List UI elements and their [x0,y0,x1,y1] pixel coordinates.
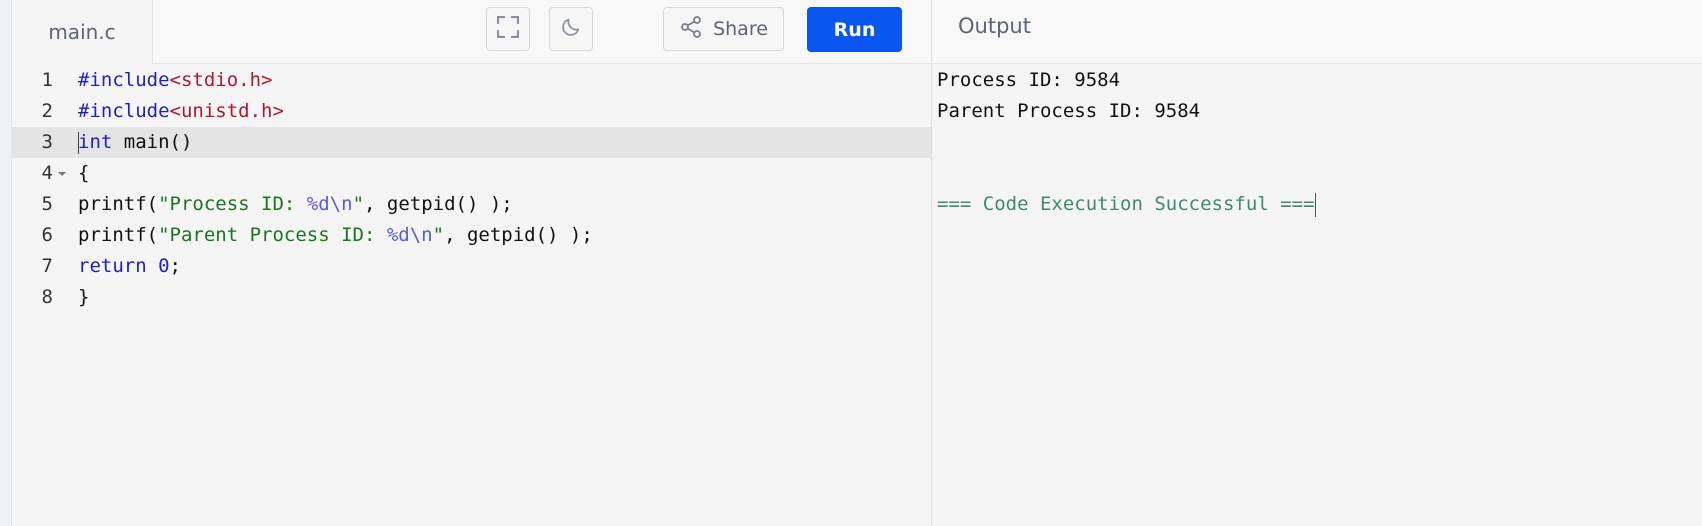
code-token: <unistd.h> [169,100,284,122]
file-tab-main-c[interactable]: main.c [12,0,153,64]
line-number: 4 [41,162,53,184]
code-token: %d\n [306,193,353,215]
share-label: Share [713,18,768,40]
code-token: <stdio.h> [169,69,273,91]
left-strip [0,0,12,526]
code-token: return [78,255,147,277]
code-line[interactable]: 3 int main() [12,127,931,158]
code-text: { [78,158,89,189]
code-line[interactable]: 7 return 0; [12,251,931,282]
output-text: === Code Execution Successful === [937,193,1315,215]
code-token: ; [169,255,181,277]
code-token: #include [78,100,170,122]
code-text: #include<stdio.h> [78,65,272,96]
line-number: 1 [41,69,53,91]
fullscreen-button[interactable] [486,7,530,51]
theme-toggle-button[interactable] [549,7,593,51]
code-token: , getpid() ); [364,193,513,215]
code-line[interactable]: 5 printf("Process ID: %d\n", getpid() ); [12,189,931,220]
line-number: 2 [41,100,53,122]
line-number: 7 [41,255,53,277]
line-number: 5 [41,193,53,215]
output-text: Parent Process ID: 9584 [937,100,1201,122]
output-panel: Process ID: 9584 Parent Process ID: 9584 =… [932,64,1702,526]
code-token: { [78,162,90,184]
code-text: printf("Process ID: %d\n", getpid() ); [78,189,513,220]
code-token: main() [112,131,193,153]
code-token: %d\n [386,224,433,246]
line-number: 8 [41,286,53,308]
code-token: #include [78,69,170,91]
code-line[interactable]: 1 #include<stdio.h> [12,65,931,96]
output-line: Parent Process ID: 9584 [937,96,1200,127]
share-icon [679,15,703,43]
file-tab-label: main.c [48,20,116,44]
code-line[interactable]: 6 printf("Parent Process ID: %d\n", getpi… [12,220,931,251]
share-button[interactable]: Share [663,7,784,51]
code-text: printf("Parent Process ID: %d\n", getpid… [78,220,593,251]
code-text: return 0; [78,251,181,282]
code-text: #include<unistd.h> [78,96,284,127]
code-token: printf( [78,193,159,215]
output-cursor [1314,192,1316,217]
code-token: int [78,131,113,153]
code-token: " [352,193,365,215]
code-text: int main() [78,127,192,158]
code-token: "Parent Process ID: [158,224,387,246]
code-line[interactable]: 2 #include<unistd.h> [12,96,931,127]
code-line[interactable]: 8} [12,282,931,313]
code-line[interactable]: 4{ [12,158,931,189]
code-token: "Process ID: [158,193,307,215]
line-number: 6 [41,224,53,246]
output-title: Output [958,14,1031,38]
output-text: Process ID: 9584 [937,69,1121,91]
code-text: } [78,282,89,313]
code-token: , getpid() ); [444,224,593,246]
code-token: 0 [158,255,170,277]
execution-status: === Code Execution Successful === [937,189,1316,220]
code-token: printf( [78,224,159,246]
code-editor[interactable]: 1 #include<stdio.h> 2 #include<unistd.h> 3 in… [12,64,931,526]
run-button[interactable]: Run [807,7,902,52]
line-number: 3 [41,131,53,153]
code-token: } [78,286,90,308]
output-line: Process ID: 9584 [937,65,1120,96]
fullscreen-icon [496,15,520,42]
code-token: " [432,224,445,246]
run-label: Run [833,18,876,41]
moon-icon [560,16,582,42]
